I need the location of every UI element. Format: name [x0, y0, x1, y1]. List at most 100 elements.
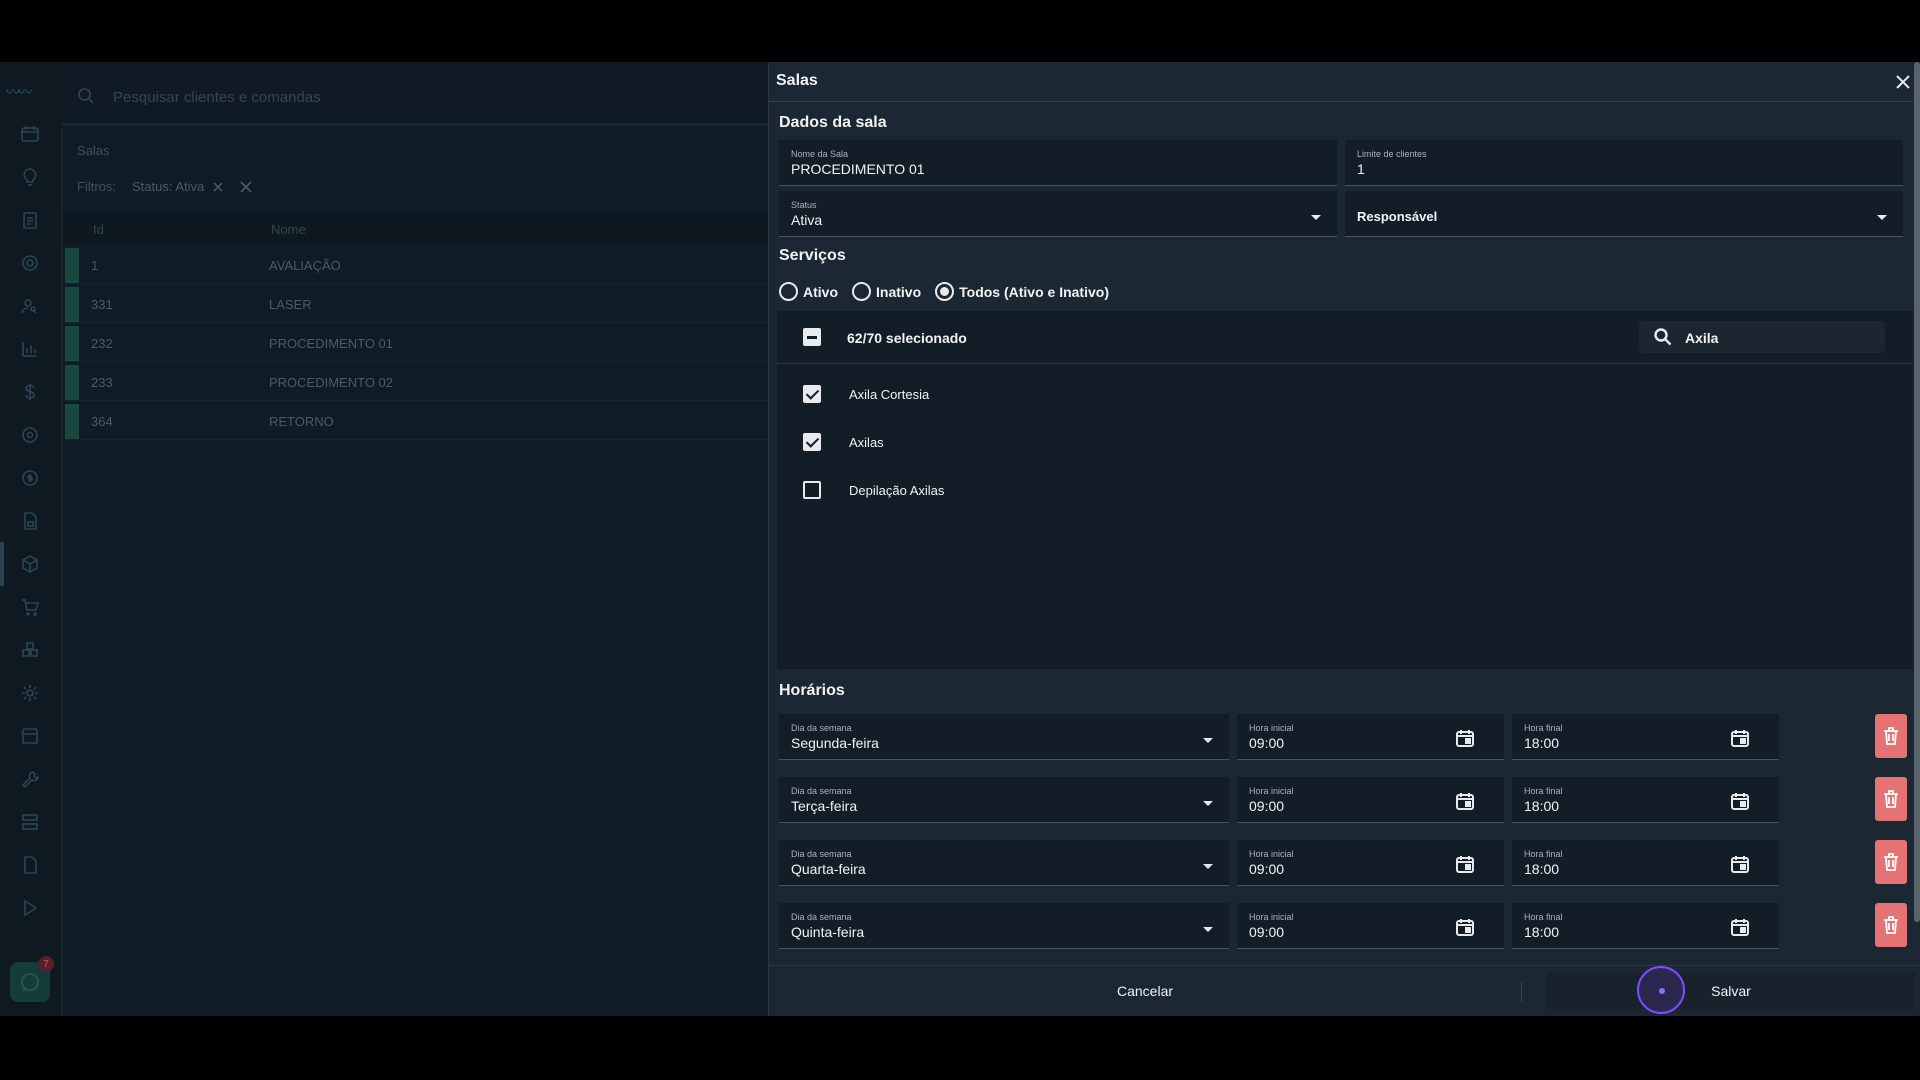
delete-schedule-button[interactable]: [1875, 777, 1907, 821]
file-icon[interactable]: [20, 855, 40, 875]
start-time-field[interactable]: Hora inicial 09:00: [1237, 840, 1504, 886]
calendar-icon[interactable]: [1729, 727, 1751, 749]
row-id: 233: [91, 375, 113, 390]
weekday-value: Quarta-feira: [791, 861, 866, 877]
radio-circle[interactable]: [852, 282, 871, 301]
background-page: Pesquisar clientes e comandas Salas Filt…: [61, 62, 770, 1016]
coin-icon[interactable]: [20, 468, 40, 488]
row-id: 232: [91, 336, 113, 351]
select-all-checkbox[interactable]: [803, 328, 821, 346]
delete-schedule-button[interactable]: [1875, 840, 1907, 884]
logo-icon[interactable]: 〰〰: [6, 85, 54, 99]
column-id[interactable]: Id: [93, 222, 104, 237]
row-id: 331: [91, 297, 113, 312]
list-item[interactable]: Axilas: [777, 419, 1913, 467]
cancel-button[interactable]: Cancelar: [769, 966, 1521, 1016]
delete-schedule-button[interactable]: [1875, 714, 1907, 758]
save-button[interactable]: Salvar: [1547, 973, 1915, 1009]
user-search-icon[interactable]: [20, 296, 40, 316]
list-item[interactable]: Axila Cortesia: [777, 371, 1913, 419]
close-icon[interactable]: [1893, 72, 1913, 92]
settings-circle-icon[interactable]: [20, 425, 40, 445]
delete-schedule-button[interactable]: [1875, 903, 1907, 947]
table-row[interactable]: 331 LASER: [63, 286, 770, 323]
radio-circle[interactable]: [779, 282, 798, 301]
calendar-icon[interactable]: [1454, 916, 1476, 938]
end-time-label: Hora final: [1524, 723, 1563, 733]
calendar-icon[interactable]: [1454, 727, 1476, 749]
services-list: 62/70 selecionado Axila Axila Cortesia A…: [777, 311, 1913, 669]
service-checkbox[interactable]: [803, 385, 821, 403]
filter-chip[interactable]: Status: Ativa: [126, 179, 230, 194]
modal-scrollbar[interactable]: [1913, 62, 1920, 962]
scrollbar-thumb[interactable]: [1914, 62, 1920, 922]
start-time-field[interactable]: Hora inicial 09:00: [1237, 903, 1504, 949]
start-time-field[interactable]: Hora inicial 09:00: [1237, 777, 1504, 823]
start-time-value: 09:00: [1249, 861, 1285, 877]
row-name: AVALIAÇÃO: [269, 258, 341, 273]
calendar-icon[interactable]: [1454, 790, 1476, 812]
weekday-select[interactable]: Dia da semana Quarta-feira: [779, 840, 1229, 886]
server-icon[interactable]: [20, 812, 40, 832]
box-icon[interactable]: [20, 554, 40, 574]
cart-icon[interactable]: [20, 597, 40, 617]
global-search[interactable]: Pesquisar clientes e comandas: [61, 62, 768, 126]
store-icon[interactable]: [20, 726, 40, 746]
gear-icon[interactable]: [20, 683, 40, 703]
radio-ativo[interactable]: Ativo: [779, 282, 838, 301]
end-time-label: Hora final: [1524, 912, 1563, 922]
clipboard-icon[interactable]: [20, 210, 40, 230]
end-time-field[interactable]: Hora final 18:00: [1512, 903, 1779, 949]
list-item[interactable]: Depilação Axilas: [777, 467, 1913, 515]
dollar-icon[interactable]: [20, 382, 40, 402]
wrench-icon[interactable]: [20, 769, 40, 789]
calendar-icon[interactable]: [1454, 853, 1476, 875]
table-row[interactable]: 233 PROCEDIMENTO 02: [63, 364, 770, 401]
radio-todos[interactable]: Todos (Ativo e Inativo): [935, 282, 1109, 301]
boxes-icon[interactable]: [20, 640, 40, 660]
clear-filters-icon[interactable]: [240, 180, 252, 193]
row-name: LASER: [269, 297, 312, 312]
table-row[interactable]: 364 RETORNO: [63, 403, 770, 440]
end-time-field[interactable]: Hora final 18:00: [1512, 714, 1779, 760]
room-name-label: Nome da Sala: [791, 149, 849, 159]
status-select[interactable]: Status Ativa: [779, 191, 1337, 237]
radio-inativo[interactable]: Inativo: [852, 282, 921, 301]
chevron-down-icon: [1877, 215, 1887, 220]
table-row[interactable]: 232 PROCEDIMENTO 01: [63, 325, 770, 362]
client-limit-field[interactable]: Limite de clientes 1: [1345, 140, 1903, 186]
service-checkbox[interactable]: [803, 481, 821, 499]
weekday-select[interactable]: Dia da semana Quinta-feira: [779, 903, 1229, 949]
service-status-radios: Ativo Inativo Todos (Ativo e Inativo): [779, 282, 1109, 301]
calendar-icon[interactable]: [1729, 790, 1751, 812]
play-icon[interactable]: [20, 898, 40, 918]
calendar-icon[interactable]: [1729, 916, 1751, 938]
status-label: Status: [791, 200, 817, 210]
lightbulb-icon[interactable]: [20, 167, 40, 187]
trash-icon: [1884, 916, 1898, 934]
chevron-down-icon: [1203, 738, 1213, 743]
target-icon[interactable]: [20, 253, 40, 273]
service-search-input[interactable]: Axila: [1639, 321, 1885, 353]
bar-chart-icon[interactable]: [20, 339, 40, 359]
radio-circle-selected[interactable]: [935, 282, 955, 301]
client-limit-value: 1: [1357, 161, 1365, 177]
end-time-field[interactable]: Hora final 18:00: [1512, 840, 1779, 886]
column-name[interactable]: Nome: [271, 222, 306, 237]
calendar-icon[interactable]: [20, 124, 40, 144]
table-row[interactable]: 1 AVALIAÇÃO: [63, 247, 770, 284]
start-time-field[interactable]: Hora inicial 09:00: [1237, 714, 1504, 760]
row-status-mark: [65, 287, 79, 322]
room-name-field[interactable]: Nome da Sala PROCEDIMENTO 01: [779, 140, 1337, 186]
service-search-value: Axila: [1685, 330, 1719, 346]
end-time-field[interactable]: Hora final 18:00: [1512, 777, 1779, 823]
responsible-select[interactable]: Responsável: [1345, 191, 1903, 237]
start-time-label: Hora inicial: [1249, 849, 1294, 859]
service-checkbox[interactable]: [803, 433, 821, 451]
radio-label: Inativo: [876, 283, 922, 300]
document-lock-icon[interactable]: [20, 511, 40, 531]
weekday-select[interactable]: Dia da semana Segunda-feira: [779, 714, 1229, 760]
calendar-icon[interactable]: [1729, 853, 1751, 875]
weekday-select[interactable]: Dia da semana Terça-feira: [779, 777, 1229, 823]
close-icon[interactable]: [212, 181, 224, 193]
